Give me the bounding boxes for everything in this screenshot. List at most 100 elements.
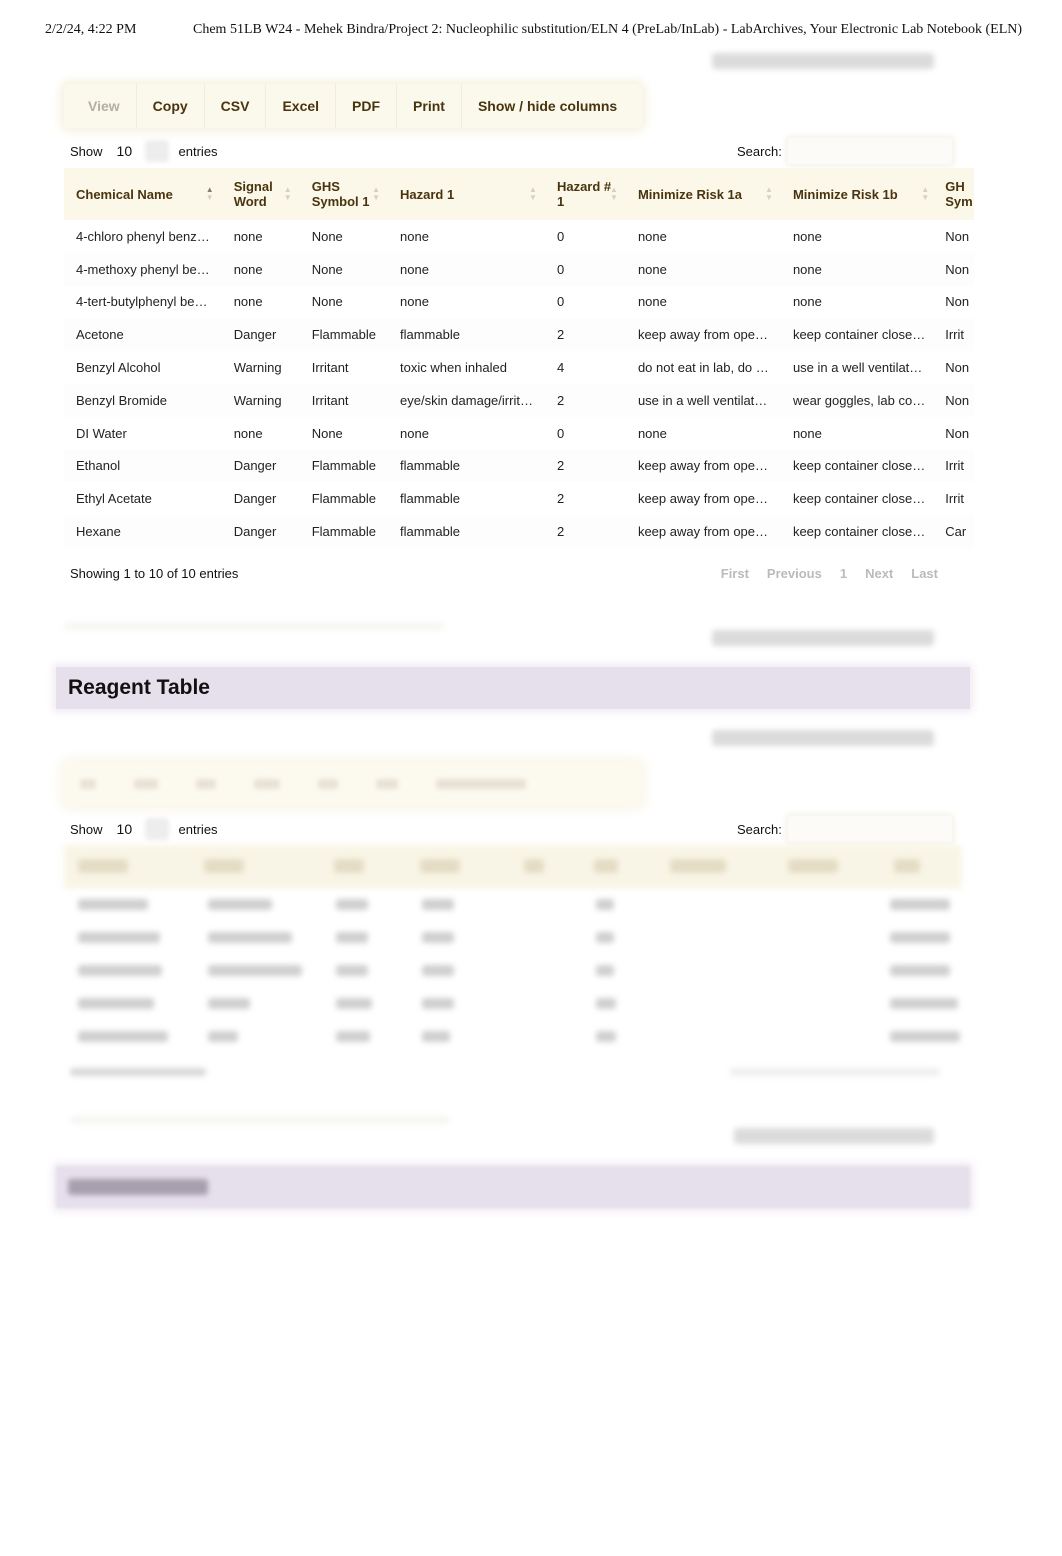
cell-ghs-symbol-2: Non xyxy=(945,261,970,277)
pagination-previous[interactable]: Previous xyxy=(767,566,822,581)
cell-chemical-name: Benzyl Alcohol xyxy=(76,360,161,376)
table-row: 4-tert-butylphenyl be… none None none 0 none n… xyxy=(64,285,975,319)
cell-hazard-1: none xyxy=(400,425,429,441)
blurred-meta-line xyxy=(70,1116,450,1124)
table-row: DI Water none None none 0 none none Non xyxy=(64,416,975,450)
select-arrow-icon[interactable] xyxy=(144,140,169,162)
select-arrow-icon[interactable] xyxy=(144,818,169,840)
column-header-ghs-symbol-1[interactable]: GHS Symbol 1 ▲ ▼ xyxy=(299,168,388,220)
blurred-cell xyxy=(78,998,154,1009)
blurred-table-row xyxy=(64,889,962,922)
cell-ghs-symbol-2: Non xyxy=(945,360,970,376)
reagent-entries-length-select[interactable]: 10 xyxy=(117,821,139,837)
cell-minimize-risk-1a: none xyxy=(637,425,667,441)
pdf-button[interactable]: PDF xyxy=(335,84,396,128)
cell-hazard-number-1: 2 xyxy=(556,524,565,540)
column-header-ghs-symbol-2[interactable]: GH Sym xyxy=(937,168,975,220)
pagination-page-1[interactable]: 1 xyxy=(840,566,847,581)
cell-signal-word: Danger xyxy=(233,458,277,474)
cell-chemical-name: Acetone xyxy=(76,327,124,343)
cell-hazard-1: none xyxy=(400,261,429,277)
cell-hazard-1: flammable xyxy=(400,458,460,474)
column-header-label: GHS Symbol 1 xyxy=(311,179,370,209)
blurred-header-row xyxy=(64,845,962,889)
cell-minimize-risk-1b: none xyxy=(792,228,822,244)
excel-button[interactable]: Excel xyxy=(265,84,335,128)
sort-icon: ▲ ▼ xyxy=(765,185,773,202)
cell-minimize-risk-1a: none xyxy=(637,294,667,310)
cell-minimize-risk-1a: do not eat in lab, do … xyxy=(637,360,769,376)
modified-stamp-blurred xyxy=(712,630,934,646)
blurred-pagination xyxy=(730,1068,940,1076)
blurred-cell xyxy=(336,965,368,976)
cell-chemical-name: Hexane xyxy=(76,524,121,540)
section-title: Reagent Table xyxy=(68,676,210,699)
cell-minimize-risk-1b: use in a well ventilat… xyxy=(792,360,923,376)
blurred-cell xyxy=(208,932,292,943)
pagination-next[interactable]: Next xyxy=(865,566,893,581)
reagent-search-input[interactable] xyxy=(787,816,952,842)
blurred-cell xyxy=(420,859,460,873)
blurred-section-title xyxy=(68,1179,208,1195)
cell-ghs-symbol-2: Non xyxy=(945,294,970,310)
cell-hazard-number-1: 2 xyxy=(556,327,565,343)
cell-ghs-symbol-1: None xyxy=(311,228,343,244)
print-button[interactable]: Print xyxy=(396,84,461,128)
csv-button[interactable]: CSV xyxy=(203,84,266,128)
cell-minimize-risk-1a: keep away from ope… xyxy=(637,458,769,474)
cell-minimize-risk-1b: none xyxy=(792,425,822,441)
cell-ghs-symbol-1: None xyxy=(311,425,343,441)
search-label: Search: xyxy=(737,143,782,159)
column-header-hazard-1[interactable]: Hazard 1 ▲ ▼ xyxy=(388,168,545,220)
cell-ghs-symbol-1: Flammable xyxy=(311,524,376,540)
column-header-label: Chemical Name xyxy=(76,186,173,202)
table-header-row: Chemical Name ▲ ▼ Signal Word ▲ ▼ GHS Symbol… xyxy=(64,168,975,220)
column-header-signal-word[interactable]: Signal Word ▲ ▼ xyxy=(221,168,300,220)
entries-length-select[interactable]: 10 xyxy=(117,143,139,159)
column-header-minimize-risk-1b[interactable]: Minimize Risk 1b ▲ ▼ xyxy=(780,168,938,220)
blurred-cell xyxy=(894,859,920,873)
cell-hazard-1: flammable xyxy=(400,524,460,540)
pagination-first[interactable]: First xyxy=(721,566,749,581)
reagent-table-section-header: Reagent Table xyxy=(56,667,970,709)
cell-signal-word: none xyxy=(233,425,263,441)
blurred-table-row xyxy=(64,922,962,955)
cell-ghs-symbol-2: Non xyxy=(945,392,970,408)
search-control: Search: xyxy=(737,138,952,164)
show-hide-columns-button[interactable]: Show / hide columns xyxy=(460,84,633,128)
reagent-export-button-bar-blurred xyxy=(64,762,642,806)
blurred-cell xyxy=(334,859,364,873)
reagent-data-table-blurred xyxy=(64,845,962,1054)
blurred-cell xyxy=(890,1031,960,1042)
copy-button[interactable]: Copy xyxy=(135,84,204,128)
cell-ghs-symbol-1: Irritant xyxy=(311,392,349,408)
search-input[interactable] xyxy=(787,138,952,164)
blurred-meta-line xyxy=(64,622,444,630)
cell-signal-word: none xyxy=(233,261,263,277)
cell-hazard-number-1: 0 xyxy=(556,261,565,277)
blurred-cell xyxy=(594,859,618,873)
blurred-cell xyxy=(208,899,272,910)
column-header-hazard-number-1[interactable]: Hazard # 1 ▲ ▼ xyxy=(544,168,626,220)
cell-signal-word: Danger xyxy=(233,524,277,540)
cell-hazard-1: flammable xyxy=(400,327,460,343)
show-label: Show xyxy=(70,143,103,159)
cell-hazard-number-1: 0 xyxy=(556,425,565,441)
cell-minimize-risk-1b: keep container close… xyxy=(792,458,926,474)
blurred-cell xyxy=(208,998,250,1009)
column-header-minimize-risk-1a[interactable]: Minimize Risk 1a ▲ ▼ xyxy=(625,168,781,220)
cell-hazard-number-1: 2 xyxy=(556,458,565,474)
blurred-cell xyxy=(890,965,950,976)
cell-ghs-symbol-2: Irrit xyxy=(945,458,964,474)
cell-minimize-risk-1b: keep container close… xyxy=(792,491,926,507)
pagination-last[interactable]: Last xyxy=(911,566,938,581)
reagent-search-control: Search: xyxy=(737,816,952,842)
view-button[interactable]: View xyxy=(72,84,136,128)
blurred-cell xyxy=(422,998,454,1009)
column-header-chemical-name[interactable]: Chemical Name ▲ ▼ xyxy=(64,168,222,220)
cell-hazard-number-1: 0 xyxy=(556,294,565,310)
table-row: Ethyl Acetate Danger Flammable flammable 2 ke… xyxy=(64,482,975,516)
cell-hazard-number-1: 2 xyxy=(556,392,565,408)
blurred-cell xyxy=(890,899,950,910)
print-page-title: Chem 51LB W24 - Mehek Bindra/Project 2: … xyxy=(193,22,1023,37)
